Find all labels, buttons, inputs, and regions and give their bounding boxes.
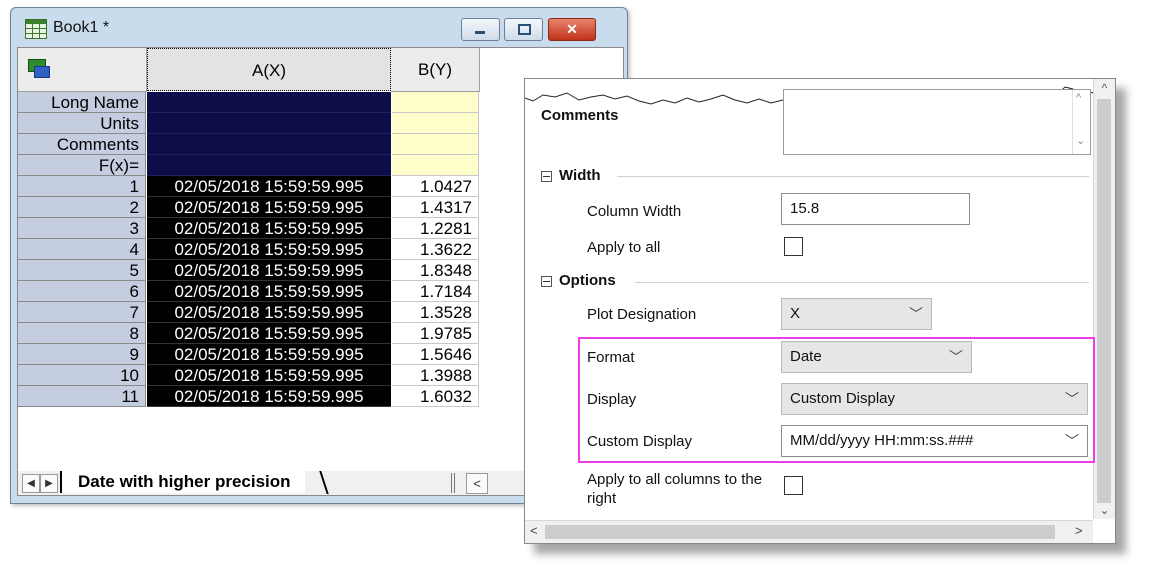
row-header[interactable]: 6 <box>18 281 146 302</box>
minimize-button[interactable] <box>461 18 500 41</box>
row-header-comments[interactable]: Comments <box>18 134 146 155</box>
row-header[interactable]: 5 <box>18 260 146 281</box>
sheet-next-button[interactable]: ▶ <box>40 474 58 493</box>
hscroll-left-button[interactable]: < <box>466 473 488 494</box>
cell-b[interactable]: 1.3528 <box>392 302 479 323</box>
cell-b-comments[interactable] <box>392 134 479 155</box>
cell-a[interactable]: 02/05/2018 15:59:59.995 <box>147 365 391 386</box>
highlight-box <box>578 337 1095 463</box>
window-title: Book1 * <box>53 19 110 36</box>
row-header[interactable]: 2 <box>18 197 146 218</box>
close-icon: ✕ <box>566 21 578 37</box>
cell-b[interactable]: 1.5646 <box>392 344 479 365</box>
scroll-up-icon[interactable]: ^ <box>1094 81 1115 95</box>
scroll-left-icon[interactable]: < <box>530 523 538 538</box>
row-header-units[interactable]: Units <box>18 113 146 134</box>
column-header-a[interactable]: A(X) <box>147 48 391 91</box>
row-header[interactable]: 4 <box>18 239 146 260</box>
options-section-header[interactable]: Options <box>541 272 616 289</box>
plot-designation-label: Plot Designation <box>587 306 697 323</box>
width-section-header[interactable]: Width <box>541 167 601 184</box>
apply-to-all-label: Apply to all <box>587 239 661 256</box>
cell-a[interactable]: 02/05/2018 15:59:59.995 <box>147 176 391 197</box>
column-header-b[interactable]: B(Y) <box>391 48 480 92</box>
width-section-label: Width <box>559 167 601 184</box>
cell-b-fx[interactable] <box>392 155 479 176</box>
comments-textarea[interactable]: ^ ⌄ <box>783 89 1091 155</box>
cell-b[interactable]: 1.7184 <box>392 281 479 302</box>
row-header[interactable]: 9 <box>18 344 146 365</box>
row-header[interactable]: 7 <box>18 302 146 323</box>
textarea-up-icon: ^ <box>1076 92 1082 104</box>
horizontal-scrollbar[interactable]: < > <box>525 520 1093 543</box>
cell-a[interactable]: 02/05/2018 15:59:59.995 <box>147 344 391 365</box>
title-bar[interactable]: Book1 * ✕ <box>11 8 627 48</box>
column-properties-panel: ^ ⌄ < > Comments ^ ⌄ Width Column Width … <box>524 78 1116 544</box>
apply-to-all-checkbox[interactable] <box>784 237 803 256</box>
cell-b[interactable]: 1.4317 <box>392 197 479 218</box>
sheet-tab-edge <box>319 471 329 494</box>
divider <box>617 176 1089 177</box>
cell-b-long-name[interactable] <box>392 92 479 113</box>
sheet-tab[interactable]: Date with higher precision <box>60 471 305 493</box>
row-header-long-name[interactable]: Long Name <box>18 92 146 113</box>
cell-b-units[interactable] <box>392 113 479 134</box>
cell-a[interactable]: 02/05/2018 15:59:59.995 <box>147 281 391 302</box>
comments-scrollbar[interactable]: ^ ⌄ <box>1072 90 1090 154</box>
sheet-prev-button[interactable]: ◀ <box>22 474 40 493</box>
row-header-fx[interactable]: F(x)= <box>18 155 146 176</box>
splitter[interactable] <box>451 473 455 493</box>
column-width-label: Column Width <box>587 203 682 220</box>
cell-b[interactable]: 1.3988 <box>392 365 479 386</box>
cell-b[interactable]: 1.3622 <box>392 239 479 260</box>
worksheet-corner-icon <box>28 57 50 79</box>
workbook-icon <box>25 19 47 39</box>
scroll-down-icon[interactable]: ⌄ <box>1094 503 1115 517</box>
horizontal-scroll-thumb[interactable] <box>545 525 1055 539</box>
cell-a[interactable]: 02/05/2018 15:59:59.995 <box>147 197 391 218</box>
column-width-input[interactable]: 15.8 <box>781 193 970 225</box>
row-header[interactable]: 11 <box>18 386 146 407</box>
maximize-icon <box>518 24 531 35</box>
cell-b[interactable]: 1.0427 <box>392 176 479 197</box>
minimize-icon <box>475 31 485 34</box>
cell-a[interactable]: 02/05/2018 15:59:59.995 <box>147 218 391 239</box>
divider <box>635 282 1089 283</box>
comments-label: Comments <box>541 107 619 124</box>
row-header[interactable]: 3 <box>18 218 146 239</box>
close-button[interactable]: ✕ <box>548 18 596 41</box>
cell-b[interactable]: 1.8348 <box>392 260 479 281</box>
cell-b[interactable]: 1.9785 <box>392 323 479 344</box>
scroll-right-icon[interactable]: > <box>1075 523 1083 538</box>
cell-a-fx[interactable] <box>147 155 391 176</box>
maximize-button[interactable] <box>504 18 543 41</box>
apply-right-checkbox[interactable] <box>784 476 803 495</box>
collapse-icon[interactable] <box>541 275 552 287</box>
row-header[interactable]: 10 <box>18 365 146 386</box>
plot-designation-select[interactable]: X ﹀ <box>781 298 932 330</box>
corner-header[interactable] <box>18 48 147 92</box>
textarea-down-icon: ⌄ <box>1076 135 1086 147</box>
cell-a-units[interactable] <box>147 113 391 134</box>
apply-right-label: Apply to all columns to the right <box>587 471 763 507</box>
vertical-scrollbar[interactable]: ^ ⌄ <box>1093 79 1115 519</box>
cell-a[interactable]: 02/05/2018 15:59:59.995 <box>147 302 391 323</box>
cell-a-comments[interactable] <box>147 134 391 155</box>
collapse-icon[interactable] <box>541 170 552 182</box>
cell-a[interactable]: 02/05/2018 15:59:59.995 <box>147 323 391 344</box>
cell-a[interactable]: 02/05/2018 15:59:59.995 <box>147 239 391 260</box>
cell-b[interactable]: 1.2281 <box>392 218 479 239</box>
cell-a[interactable]: 02/05/2018 15:59:59.995 <box>147 260 391 281</box>
row-header[interactable]: 8 <box>18 323 146 344</box>
row-header[interactable]: 1 <box>18 176 146 197</box>
cell-a-long-name[interactable] <box>147 92 391 113</box>
options-section-label: Options <box>559 272 616 289</box>
vertical-scroll-thumb[interactable] <box>1097 99 1111 503</box>
chevron-down-icon: ﹀ <box>909 306 923 322</box>
cell-b[interactable]: 1.6032 <box>392 386 479 407</box>
plot-designation-value: X <box>790 305 801 322</box>
cell-a[interactable]: 02/05/2018 15:59:59.995 <box>147 386 391 407</box>
